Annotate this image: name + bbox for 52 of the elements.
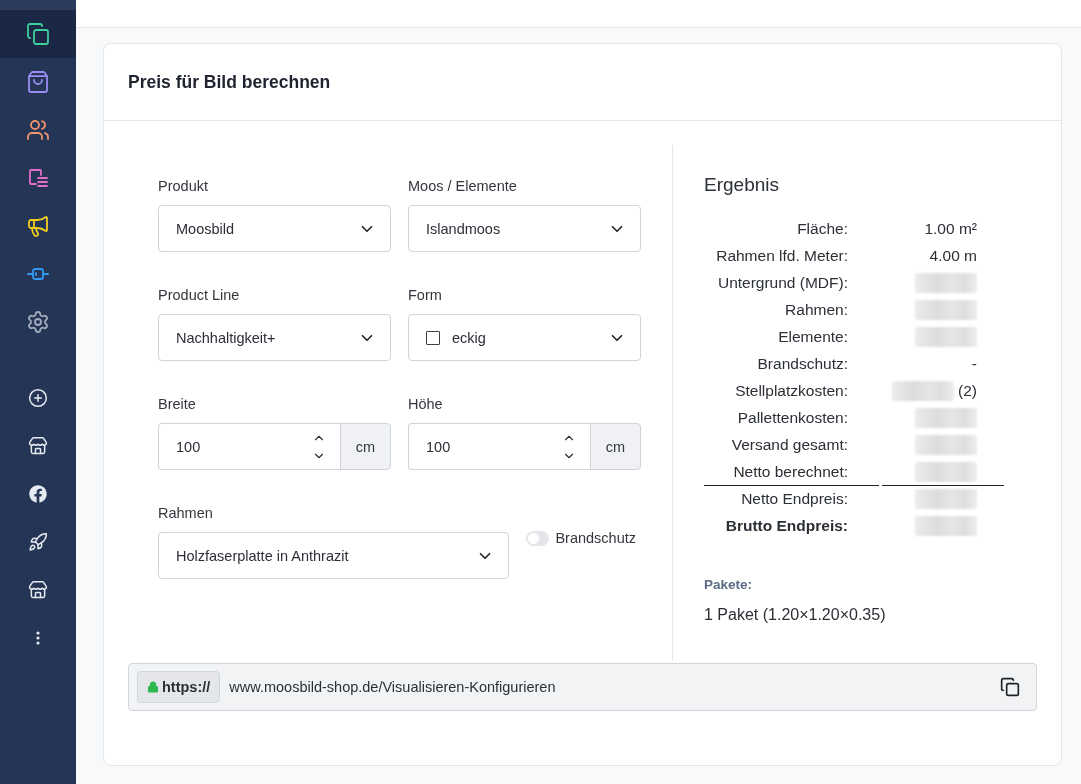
store-icon [28, 580, 48, 600]
packages-label: Pakete: [704, 577, 754, 592]
dropdown-select[interactable]: Islandmoos [408, 205, 641, 252]
result-label: Netto berechnet: [732, 461, 849, 482]
nav-item[interactable] [0, 10, 76, 58]
rocket-icon [28, 532, 48, 552]
result-label: Rahmen: [784, 299, 849, 320]
copy-button[interactable] [998, 675, 1022, 699]
store-icon [28, 436, 48, 456]
result-label: Brandschutz: [756, 353, 849, 374]
number-input[interactable]: 100 [158, 423, 340, 470]
field-label: Produkt [158, 177, 208, 196]
url-field[interactable]: https:// www.moosbild-shop.de/Visualisieren-Konfigurieren [128, 663, 1037, 711]
plus-circle-icon [28, 388, 48, 408]
package-item: 1 Paket (1.20×1.20×0.35) [704, 606, 887, 624]
dropdown-select[interactable]: Nachhaltigkeit+ [158, 314, 391, 361]
dropdown-select[interactable]: Holzfaserplatte in Anthrazit [158, 532, 510, 579]
total-label: Netto Endpreis: [704, 485, 879, 512]
result-label: Versand gesamt: [730, 434, 849, 455]
lock-icon [147, 681, 159, 693]
unit-addon: cm [340, 423, 391, 470]
dropdown-select[interactable]: Moosbild [158, 205, 391, 252]
field-label: Rahmen [158, 504, 213, 523]
url-text: www.moosbild-shop.de/Visualisieren-Konfigurieren [229, 679, 557, 695]
result-value: - [971, 354, 977, 373]
result-label: Untergrund (MDF): [716, 272, 849, 293]
field-label: Höhe [408, 395, 443, 414]
toggle-switch[interactable] [526, 530, 550, 546]
facebook-icon [29, 485, 47, 503]
result-label: Stellplatzkosten: [734, 380, 849, 401]
result-title: Ergebnis [704, 174, 780, 196]
result-label: Rahmen lfd. Meter: [715, 245, 849, 266]
copy-icon [1000, 677, 1020, 697]
number-input[interactable]: 100 [408, 423, 590, 470]
protocol-addon: https:// [137, 671, 221, 703]
field-label: Breite [158, 395, 196, 414]
toggle-label: Brandschutz [555, 530, 636, 546]
result-value: 4.00 m [929, 246, 977, 265]
dropdown-select[interactable]: eckig [408, 314, 641, 361]
card-title: Preis für Bild berechnen [128, 71, 331, 93]
result-value: (2) [958, 381, 977, 400]
unit-addon: cm [590, 423, 641, 470]
result-label: Fläche: [796, 218, 849, 239]
result-label: Elemente: [777, 326, 849, 347]
result-value: 1.00 m² [924, 219, 977, 238]
field-label: Moos / Elemente [408, 177, 517, 196]
total-label: Brutto Endpreis: [724, 515, 849, 536]
field-label: Product Line [158, 286, 240, 305]
more-icon [36, 631, 40, 645]
result-label: Pallettenkosten: [736, 407, 849, 428]
square-icon [426, 330, 440, 345]
field-label: Form [408, 286, 442, 305]
